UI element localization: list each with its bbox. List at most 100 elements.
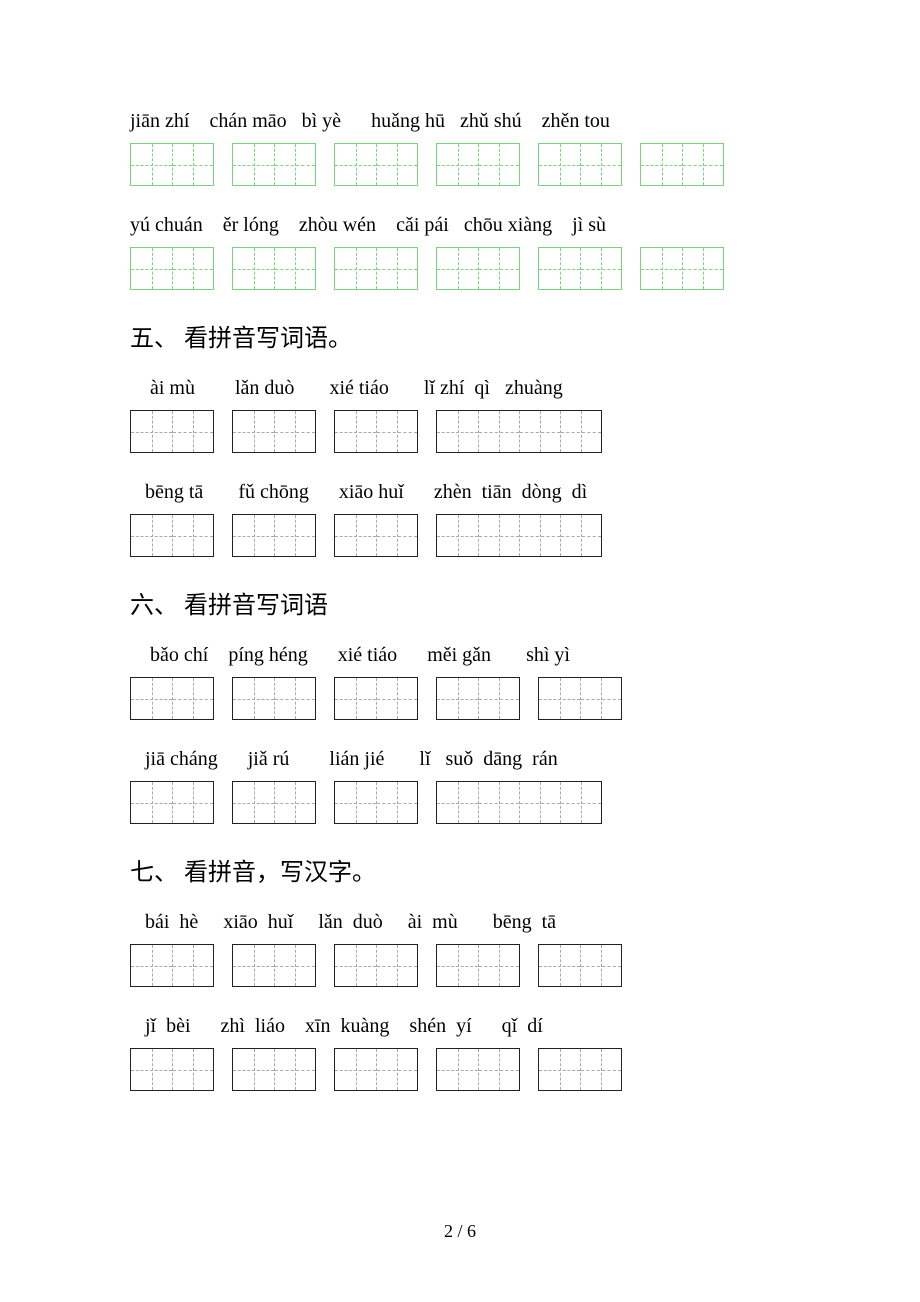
tianzi-cell[interactable] [560,411,601,452]
tianzi-cell[interactable] [172,144,213,185]
tianzi-cell[interactable] [233,411,274,452]
tianzi-cell[interactable] [335,144,376,185]
tianzi-cell[interactable] [437,1049,478,1090]
tianzi-cell[interactable] [539,678,580,719]
tianzi-cell[interactable] [437,782,478,823]
tianzi-box[interactable] [334,143,418,186]
tianzi-cell[interactable] [580,945,621,986]
tianzi-cell[interactable] [335,411,376,452]
tianzi-cell[interactable] [437,515,478,556]
tianzi-cell[interactable] [335,248,376,289]
tianzi-box[interactable] [130,247,214,290]
tianzi-cell[interactable] [682,248,723,289]
tianzi-cell[interactable] [478,678,519,719]
tianzi-box[interactable] [130,781,214,824]
tianzi-cell[interactable] [172,248,213,289]
tianzi-cell[interactable] [437,411,478,452]
tianzi-cell[interactable] [233,144,274,185]
tianzi-cell[interactable] [233,678,274,719]
tianzi-cell[interactable] [478,1049,519,1090]
tianzi-box[interactable] [334,677,418,720]
tianzi-cell[interactable] [335,515,376,556]
tianzi-cell[interactable] [274,782,315,823]
tianzi-cell[interactable] [641,248,682,289]
tianzi-cell[interactable] [172,411,213,452]
tianzi-cell[interactable] [131,945,172,986]
tianzi-cell[interactable] [539,144,580,185]
tianzi-box[interactable] [334,944,418,987]
tianzi-box[interactable] [130,514,214,557]
tianzi-cell[interactable] [478,144,519,185]
tianzi-cell[interactable] [560,782,601,823]
tianzi-cell[interactable] [131,1049,172,1090]
tianzi-cell[interactable] [274,515,315,556]
tianzi-cell[interactable] [376,411,417,452]
tianzi-box[interactable] [334,247,418,290]
tianzi-cell[interactable] [478,515,519,556]
tianzi-cell[interactable] [274,1049,315,1090]
tianzi-cell[interactable] [274,248,315,289]
tianzi-box[interactable] [334,514,418,557]
tianzi-cell[interactable] [274,411,315,452]
tianzi-cell[interactable] [519,411,560,452]
tianzi-box[interactable] [436,143,520,186]
tianzi-cell[interactable] [519,782,560,823]
tianzi-cell[interactable] [233,515,274,556]
tianzi-box[interactable] [436,1048,520,1091]
tianzi-box[interactable] [130,143,214,186]
tianzi-box[interactable] [436,944,520,987]
tianzi-cell[interactable] [131,411,172,452]
tianzi-cell[interactable] [580,144,621,185]
tianzi-cell[interactable] [560,515,601,556]
tianzi-box[interactable] [436,410,602,453]
tianzi-box[interactable] [232,410,316,453]
tianzi-cell[interactable] [478,411,519,452]
tianzi-cell[interactable] [131,782,172,823]
tianzi-cell[interactable] [376,248,417,289]
tianzi-box[interactable] [538,247,622,290]
tianzi-box[interactable] [232,677,316,720]
tianzi-cell[interactable] [539,1049,580,1090]
tianzi-cell[interactable] [376,144,417,185]
tianzi-box[interactable] [538,944,622,987]
tianzi-cell[interactable] [233,945,274,986]
tianzi-box[interactable] [334,781,418,824]
tianzi-cell[interactable] [437,945,478,986]
tianzi-box[interactable] [232,1048,316,1091]
tianzi-box[interactable] [130,1048,214,1091]
tianzi-box[interactable] [436,781,602,824]
tianzi-box[interactable] [640,247,724,290]
tianzi-cell[interactable] [233,782,274,823]
tianzi-cell[interactable] [580,248,621,289]
tianzi-cell[interactable] [437,248,478,289]
tianzi-cell[interactable] [519,515,560,556]
tianzi-cell[interactable] [335,1049,376,1090]
tianzi-box[interactable] [334,410,418,453]
tianzi-cell[interactable] [580,678,621,719]
tianzi-cell[interactable] [539,945,580,986]
tianzi-box[interactable] [232,247,316,290]
tianzi-cell[interactable] [376,1049,417,1090]
tianzi-cell[interactable] [172,782,213,823]
tianzi-box[interactable] [538,143,622,186]
tianzi-cell[interactable] [376,782,417,823]
tianzi-cell[interactable] [131,144,172,185]
tianzi-cell[interactable] [478,945,519,986]
tianzi-box[interactable] [130,944,214,987]
tianzi-cell[interactable] [131,248,172,289]
tianzi-box[interactable] [538,677,622,720]
tianzi-box[interactable] [232,143,316,186]
tianzi-box[interactable] [232,781,316,824]
tianzi-box[interactable] [436,514,602,557]
tianzi-cell[interactable] [437,144,478,185]
tianzi-cell[interactable] [274,945,315,986]
tianzi-box[interactable] [538,1048,622,1091]
tianzi-cell[interactable] [539,248,580,289]
tianzi-cell[interactable] [233,1049,274,1090]
tianzi-cell[interactable] [233,248,274,289]
tianzi-cell[interactable] [274,144,315,185]
tianzi-box[interactable] [436,677,520,720]
tianzi-box[interactable] [232,514,316,557]
tianzi-cell[interactable] [274,678,315,719]
tianzi-cell[interactable] [437,678,478,719]
